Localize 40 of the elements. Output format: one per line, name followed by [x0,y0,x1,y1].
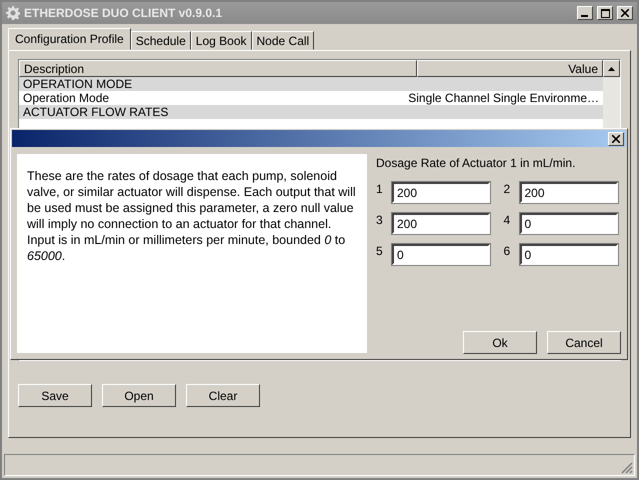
tab[interactable]: Configuration Profile [8,28,131,50]
field-label: 3 [376,213,384,227]
table-cell: Operation Mode [23,91,110,105]
group-row: ACTUATOR FLOW RATES [19,105,603,119]
resize-grip-icon[interactable] [621,462,633,474]
field-label: 2 [504,182,512,196]
up-arrow-icon [608,66,615,70]
help-text: These are the rates of dosage that each pump, solenoid valve, or similar actuator will dispense. Each output that will be used must be assigned this parameter, a zero null value will imply no connection to an actuator for that channel. Input is in mL/min or millimeters per minute, bounded 0 to 65000. [17,154,367,353]
tab[interactable]: Log Book [190,31,252,50]
tab[interactable]: Schedule [130,31,191,50]
column-header[interactable]: Description [19,60,417,77]
dialog-button[interactable]: Ok [463,331,537,354]
input-field[interactable]: 0 [520,244,618,265]
column-header[interactable]: Value [417,60,603,77]
input-field[interactable]: 200 [392,213,490,234]
table-cell: Single Channel Single Environme… [408,91,599,105]
field-label: 1 [376,182,384,196]
gear-icon [6,6,20,20]
group-row: OPERATION MODE [19,77,603,91]
maximize-icon [600,8,610,18]
prompt-label: Dosage Rate of Actuator 1 in mL/min. [376,156,576,170]
tab[interactable]: Node Call [252,31,314,50]
input-field[interactable]: 200 [392,182,490,203]
close-icon [621,9,629,17]
input-field[interactable]: 0 [520,213,618,234]
window-title: ETHERDOSE DUO CLIENT v0.9.0.1 [24,6,224,20]
field-label: 6 [504,244,512,258]
action-button[interactable]: Clear [186,384,260,407]
close-button[interactable] [617,6,633,20]
maximize-button[interactable] [597,6,613,20]
minimize-button[interactable] [577,6,593,20]
dialog-button[interactable]: Cancel [547,331,621,354]
field-label: 5 [376,244,384,258]
close-icon [612,134,620,142]
input-field[interactable]: 0 [392,244,490,265]
action-button[interactable]: Save [18,384,92,407]
field-label: 4 [504,213,512,227]
close-button[interactable] [608,132,624,146]
input-field[interactable]: 200 [520,182,618,203]
action-button[interactable]: Open [102,384,176,407]
